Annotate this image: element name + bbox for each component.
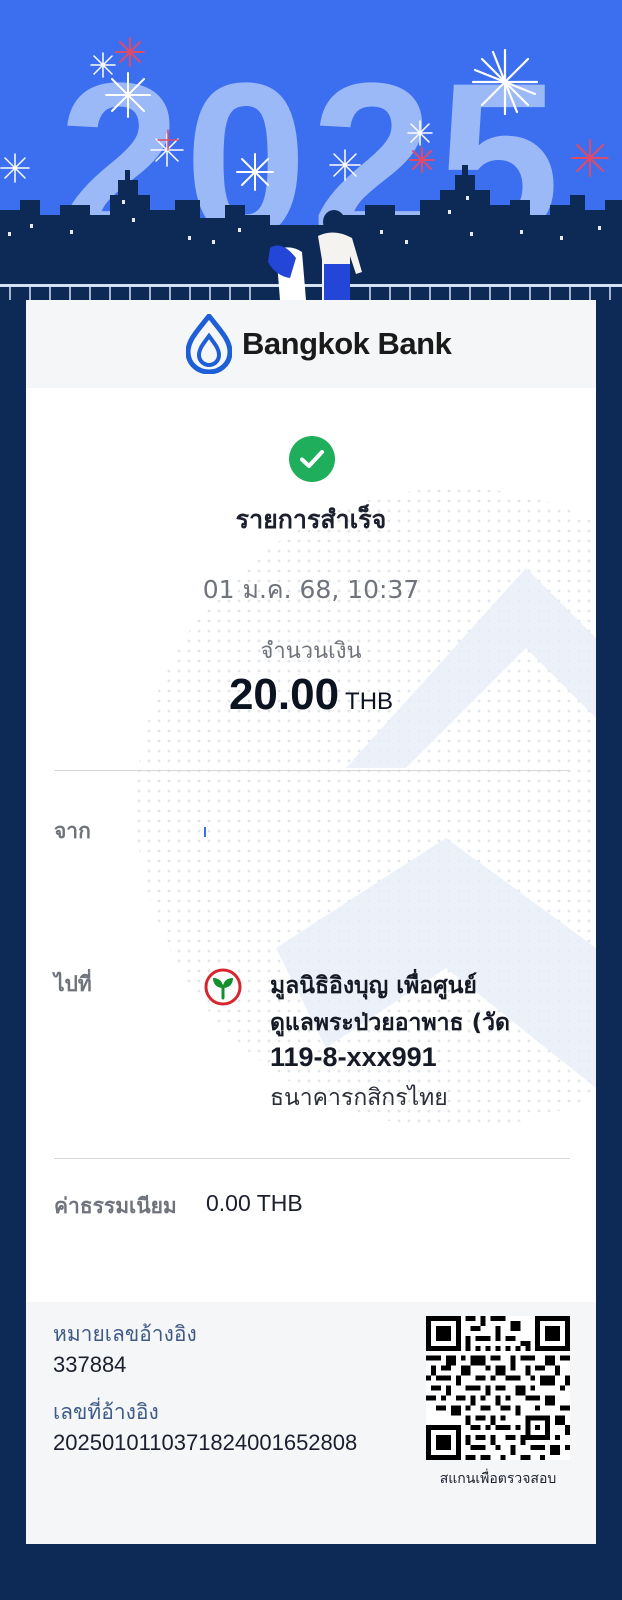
recipient-name: มูลนิธิอิงบุญ เพื่อศูนย์ ดูแลพระป่วยอาพา… bbox=[270, 968, 570, 1042]
bank-name: Bangkok Bank bbox=[242, 326, 452, 361]
recipient-name-line1: มูลนิธิอิงบุญ เพื่อศูนย์ bbox=[270, 973, 477, 999]
amount: 20.00 THB bbox=[26, 670, 596, 720]
reference-number-value: 2025010110371824001652808 bbox=[53, 1430, 358, 1455]
amount-currency: THB bbox=[345, 688, 394, 715]
bangkok-bank-lotus-icon bbox=[186, 314, 232, 374]
success-check-icon bbox=[289, 436, 335, 482]
reference-section: หมายเลขอ้างอิง 337884 เลขที่อ้างอิง 2025… bbox=[26, 1302, 596, 1544]
kasikorn-bank-icon bbox=[204, 968, 242, 1006]
bangkok-bank-logo: Bangkok Bank bbox=[186, 314, 452, 374]
transaction-datetime: 01 ม.ค. 68, 10:37 bbox=[202, 575, 420, 604]
from-label: จาก bbox=[54, 819, 91, 843]
recipient-account: 119-8-xxx991 bbox=[270, 1042, 437, 1072]
reference-label: หมายเลขอ้างอิง bbox=[53, 1322, 197, 1346]
amount-value: 20.00 bbox=[228, 670, 340, 719]
transfer-receipt-card: Bangkok Bank รายการสำเร็จ 01 ม.ค. 68, 10… bbox=[26, 300, 596, 1544]
amount-label: จำนวนเงิน bbox=[260, 639, 362, 664]
to-label: ไปที่ bbox=[54, 972, 92, 996]
verification-qr-code[interactable] bbox=[426, 1316, 570, 1460]
fee-label: ค่าธรรมเนียม bbox=[54, 1194, 177, 1218]
qr-caption: สแกนเพื่อตรวจสอบ bbox=[439, 1471, 557, 1487]
reference-value: 337884 bbox=[53, 1352, 127, 1377]
recipient-name-line2: ดูแลพระป่วยอาพาธ (วัด bbox=[270, 1010, 510, 1036]
divider bbox=[54, 770, 570, 771]
transaction-status: รายการสำเร็จ bbox=[235, 505, 387, 534]
divider bbox=[54, 1158, 570, 1159]
recipient-bank: ธนาคารกสิกรไทย bbox=[270, 1085, 448, 1111]
reference-number-label: เลขที่อ้างอิง bbox=[53, 1400, 159, 1424]
fee-value: 0.00 THB bbox=[206, 1190, 303, 1216]
from-account-mark bbox=[204, 827, 206, 837]
new-year-banner: 2025 bbox=[0, 0, 622, 300]
receipt-header: Bangkok Bank bbox=[26, 300, 596, 388]
